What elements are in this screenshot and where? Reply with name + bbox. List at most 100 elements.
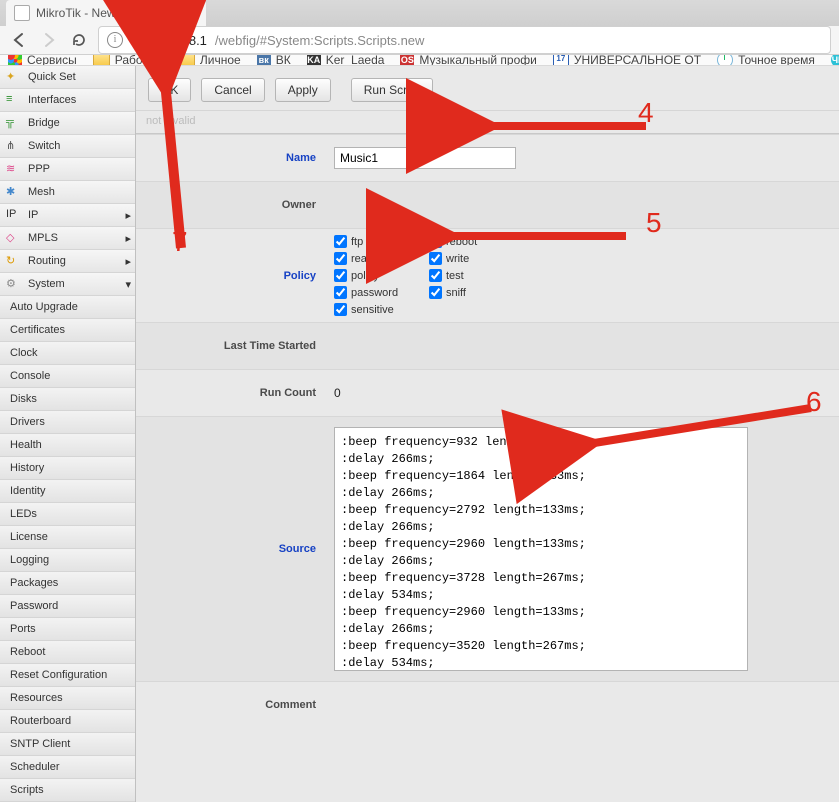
sidebar-item-identity[interactable]: Identity (0, 480, 135, 503)
sidebar-item-system[interactable]: ⚙System (0, 273, 135, 296)
sidebar-item-label: Scheduler (10, 761, 60, 773)
url-field[interactable]: i 192.168.88.1 /webfig/#System:Scripts.S… (98, 26, 831, 54)
sidebar-item-label: IP (28, 209, 38, 221)
sidebar-item-logging[interactable]: Logging (0, 549, 135, 572)
sidebar-item-switch[interactable]: ⋔Switch (0, 135, 135, 158)
sidebar-item-password[interactable]: Password (0, 595, 135, 618)
forward-button (38, 29, 60, 51)
policy-policy[interactable]: policy (334, 269, 429, 282)
bookmark-music[interactable]: OSМузыкальный профи (400, 55, 536, 66)
checkbox-ftp[interactable] (334, 235, 347, 248)
checkbox-label: read (351, 253, 373, 265)
sidebar-item-ppp[interactable]: ≋PPP (0, 158, 135, 181)
checkbox-password[interactable] (334, 286, 347, 299)
bookmark-ka[interactable]: KAKer_Laeda (307, 55, 385, 66)
policy-ftp[interactable]: ftp (334, 235, 429, 248)
sidebar-item-ports[interactable]: Ports (0, 618, 135, 641)
bookmark-time[interactable]: Точное время (717, 55, 815, 66)
bookmark-news[interactable]: 17УНИВЕРСАЛЬНОЕ ОТ (553, 55, 701, 66)
sidebar-item-routing[interactable]: ↻Routing (0, 250, 135, 273)
sidebar-item-sntp-client[interactable]: SNTP Client (0, 733, 135, 756)
policy-password[interactable]: password (334, 286, 429, 299)
owner-label: Owner (136, 199, 334, 211)
source-textarea[interactable] (334, 427, 748, 671)
policy-read[interactable]: read (334, 252, 429, 265)
tab-close-icon[interactable]: × (169, 6, 176, 20)
checkbox-test[interactable] (429, 269, 442, 282)
bookmark-folder-personal[interactable]: Личное (178, 55, 241, 66)
sidebar-item-certificates[interactable]: Certificates (0, 319, 135, 342)
sidebar-item-drivers[interactable]: Drivers (0, 411, 135, 434)
source-label[interactable]: Source (136, 543, 334, 555)
sidebar-item-interfaces[interactable]: ≡Interfaces (0, 89, 135, 112)
browser-tab[interactable]: MikroTik - New Script at × (6, 0, 206, 26)
bookmark-apps[interactable]: Сервисы (8, 55, 77, 66)
sidebar-item-auto-upgrade[interactable]: Auto Upgrade (0, 296, 135, 319)
sidebar-item-license[interactable]: License (0, 526, 135, 549)
bookmark-folder-work[interactable]: Рабочее (93, 55, 162, 66)
sidebar-item-mpls[interactable]: ◇MPLS (0, 227, 135, 250)
sidebar-item-label: Drivers (10, 416, 45, 428)
policy-sensitive[interactable]: sensitive (334, 303, 429, 316)
sidebar-item-routerboard[interactable]: Routerboard (0, 710, 135, 733)
sidebar-item-scheduler[interactable]: Scheduler (0, 756, 135, 779)
star-icon: ✦ (6, 70, 22, 84)
sidebar-item-reboot[interactable]: Reboot (0, 641, 135, 664)
sidebar-item-label: License (10, 531, 48, 543)
sys-icon: ⚙ (6, 277, 22, 291)
checkbox-reboot[interactable] (429, 235, 442, 248)
checkbox-policy[interactable] (334, 269, 347, 282)
ok-button[interactable]: OK (148, 78, 191, 102)
sidebar-item-quick-set[interactable]: ✦Quick Set (0, 66, 135, 89)
apply-button[interactable]: Apply (275, 78, 331, 102)
checkbox-label: policy (351, 270, 379, 282)
site-info-icon[interactable]: i (107, 32, 123, 48)
bookmark-label: ВК (276, 55, 291, 66)
sidebar-item-history[interactable]: History (0, 457, 135, 480)
sidebar-item-mesh[interactable]: ✱Mesh (0, 181, 135, 204)
main-panel: OK Cancel Apply Run Script not invalid N… (136, 66, 839, 802)
sidebar-item-clock[interactable]: Clock (0, 342, 135, 365)
mpls-icon: ◇ (6, 231, 22, 245)
policy-sniff[interactable]: sniff (429, 286, 524, 299)
checkbox-read[interactable] (334, 252, 347, 265)
cancel-button[interactable]: Cancel (201, 78, 264, 102)
hour-icon: ЧР (831, 55, 839, 66)
sidebar-item-disks[interactable]: Disks (0, 388, 135, 411)
sidebar-item-leds[interactable]: LEDs (0, 503, 135, 526)
sidebar-item-resources[interactable]: Resources (0, 687, 135, 710)
sidebar-item-label: Identity (10, 485, 45, 497)
bookmark-hour[interactable]: ЧРHour (831, 55, 839, 66)
checkbox-write[interactable] (429, 252, 442, 265)
ip-icon: IP (6, 208, 22, 222)
sidebar-item-packages[interactable]: Packages (0, 572, 135, 595)
reload-button[interactable] (68, 29, 90, 51)
checkbox-sniff[interactable] (429, 286, 442, 299)
policy-test[interactable]: test (429, 269, 524, 282)
run-count-value: 0 (334, 376, 829, 410)
name-input[interactable] (334, 147, 516, 169)
sidebar-item-label: SNTP Client (10, 738, 70, 750)
switch-icon: ⋔ (6, 139, 22, 153)
sidebar-item-ip[interactable]: IP IP (0, 204, 135, 227)
sidebar-item-console[interactable]: Console (0, 365, 135, 388)
sidebar-item-bridge[interactable]: ╦Bridge (0, 112, 135, 135)
run-script-button[interactable]: Run Script (351, 78, 433, 102)
sidebar-item-label: Console (10, 370, 50, 382)
name-label[interactable]: Name (136, 152, 334, 164)
bookmark-vk[interactable]: вкВК (257, 55, 291, 66)
policy-reboot[interactable]: reboot (429, 235, 524, 248)
back-button[interactable] (8, 29, 30, 51)
sidebar-item-label: Disks (10, 393, 37, 405)
sidebar-item-scripts[interactable]: Scripts (0, 779, 135, 802)
sidebar-item-reset-configuration[interactable]: Reset Configuration (0, 664, 135, 687)
sidebar-item-label: LEDs (10, 508, 37, 520)
ppp-icon: ≋ (6, 162, 22, 176)
checkbox-sensitive[interactable] (334, 303, 347, 316)
browser-address-bar: i 192.168.88.1 /webfig/#System:Scripts.S… (0, 26, 839, 55)
sidebar-item-health[interactable]: Health (0, 434, 135, 457)
sidebar-item-label: Bridge (28, 117, 60, 129)
policy-label[interactable]: Policy (136, 270, 334, 282)
policy-write[interactable]: write (429, 252, 524, 265)
sidebar-item-label: Resources (10, 692, 63, 704)
